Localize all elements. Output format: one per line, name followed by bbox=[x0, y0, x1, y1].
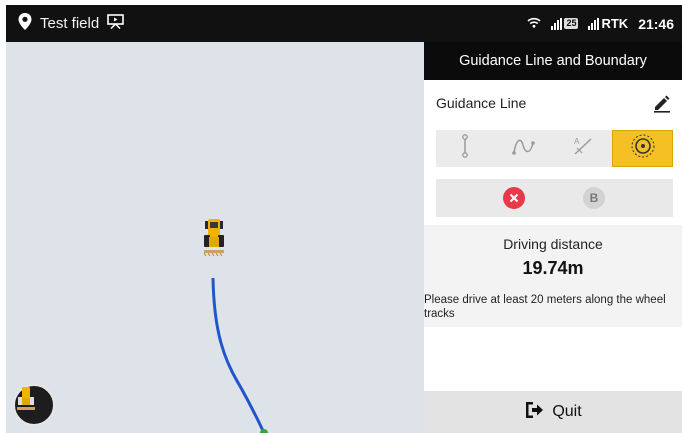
close-x-icon[interactable] bbox=[503, 187, 525, 209]
rtk-status: RTK bbox=[588, 16, 628, 31]
ab-points-row: B bbox=[424, 175, 682, 225]
mode-a-plus[interactable]: A bbox=[554, 130, 613, 167]
clock: 21:46 bbox=[638, 15, 674, 32]
satellite-signal: 25 bbox=[551, 17, 579, 30]
guidance-mode-row: A bbox=[424, 126, 682, 175]
svg-text:A: A bbox=[574, 137, 580, 146]
field-name[interactable]: Test field bbox=[40, 15, 99, 32]
recenter-vehicle-button[interactable] bbox=[13, 384, 55, 426]
guidance-mode-selector: A bbox=[436, 130, 673, 167]
device-screen: Test field 25 RTK 21:46 Guidance Line an… bbox=[6, 5, 682, 433]
straight-ab-line-icon bbox=[459, 134, 471, 163]
curve-line-icon bbox=[512, 135, 536, 162]
wifi-icon bbox=[527, 16, 541, 31]
driving-distance-value: 19.74m bbox=[522, 258, 584, 278]
driving-info: Driving distance 19.74m Please drive at … bbox=[424, 227, 682, 327]
rtk-signal-bars-icon bbox=[588, 17, 600, 30]
signal-bars-icon bbox=[551, 17, 563, 30]
ab-points-bar: B bbox=[436, 179, 673, 217]
driven-track-line bbox=[211, 277, 266, 433]
status-left: Test field bbox=[18, 5, 125, 42]
guidance-panel: Guidance Line and Boundary Guidance Line bbox=[424, 42, 682, 433]
guidance-line-row: Guidance Line bbox=[424, 80, 682, 126]
quit-label: Quit bbox=[552, 403, 582, 420]
mode-pivot[interactable] bbox=[612, 130, 673, 167]
satellite-count: 25 bbox=[564, 18, 579, 29]
mode-curve[interactable] bbox=[495, 130, 554, 167]
panel-title: Guidance Line and Boundary bbox=[424, 42, 682, 80]
location-pin-icon bbox=[18, 12, 32, 35]
driving-distance-label: Driving distance bbox=[503, 236, 603, 252]
status-bar: Test field 25 RTK 21:46 bbox=[6, 5, 682, 42]
quit-button[interactable]: Quit bbox=[424, 391, 682, 433]
pivot-circle-icon bbox=[630, 133, 656, 164]
instruction-hint: Please drive at least 20 meters along th… bbox=[424, 294, 666, 320]
panel-spacer bbox=[424, 327, 682, 391]
rtk-label: RTK bbox=[601, 16, 629, 31]
mode-straight-line[interactable] bbox=[436, 130, 495, 167]
tractor-icon bbox=[202, 217, 226, 257]
status-right: 25 RTK 21:46 bbox=[527, 5, 674, 42]
presentation-icon[interactable] bbox=[107, 13, 125, 34]
guidance-line-label: Guidance Line bbox=[436, 95, 527, 111]
set-b-point-button[interactable]: B bbox=[583, 187, 605, 209]
pencil-icon[interactable] bbox=[652, 93, 672, 113]
field-map[interactable] bbox=[6, 42, 424, 433]
a-plus-heading-icon: A bbox=[571, 135, 595, 162]
exit-arrow-icon bbox=[524, 400, 544, 425]
